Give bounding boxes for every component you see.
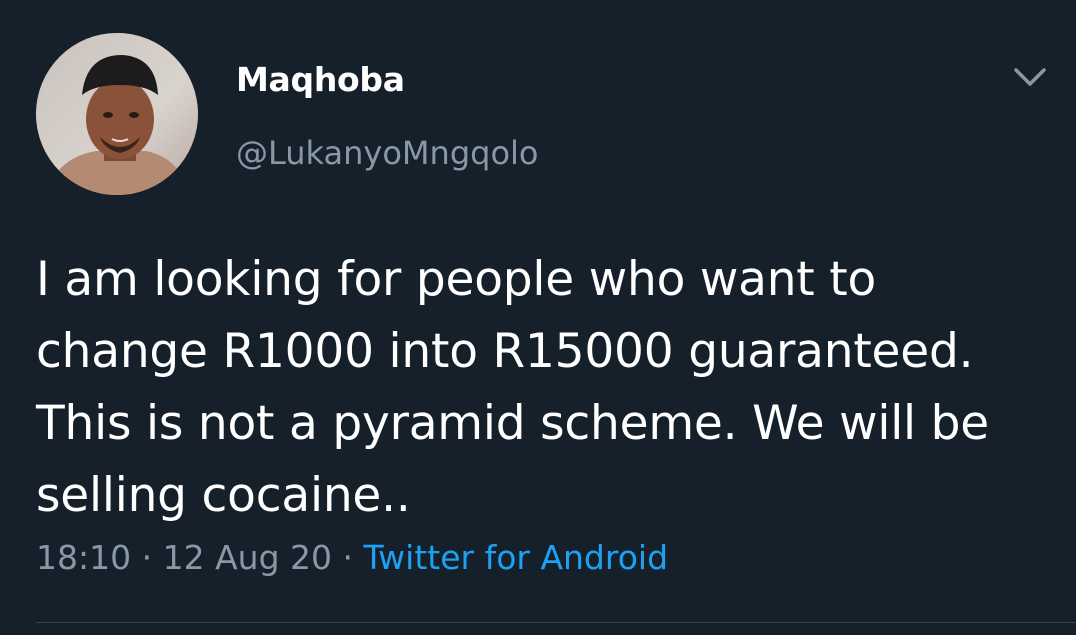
tweet-time[interactable]: 18:10 xyxy=(36,538,131,577)
user-handle[interactable]: @LukanyoMngqolo xyxy=(236,134,538,172)
tweet-source-link[interactable]: Twitter for Android xyxy=(363,538,668,577)
meta-separator: · xyxy=(332,538,364,577)
display-name[interactable]: Maqhoba xyxy=(236,60,405,99)
divider xyxy=(36,622,1076,623)
meta-separator: · xyxy=(131,538,163,577)
tweet-text: I am looking for people who want to chan… xyxy=(36,252,989,523)
avatar-photo xyxy=(36,33,198,195)
chevron-down-icon[interactable] xyxy=(1012,62,1048,92)
avatar[interactable] xyxy=(36,33,198,195)
tweet-meta: 18:10 · 12 Aug 20 · Twitter for Android xyxy=(36,538,668,577)
tweet-date[interactable]: 12 Aug 20 xyxy=(163,538,332,577)
tweet-card: Maqhoba @LukanyoMngqolo I am looking for… xyxy=(0,0,1076,635)
